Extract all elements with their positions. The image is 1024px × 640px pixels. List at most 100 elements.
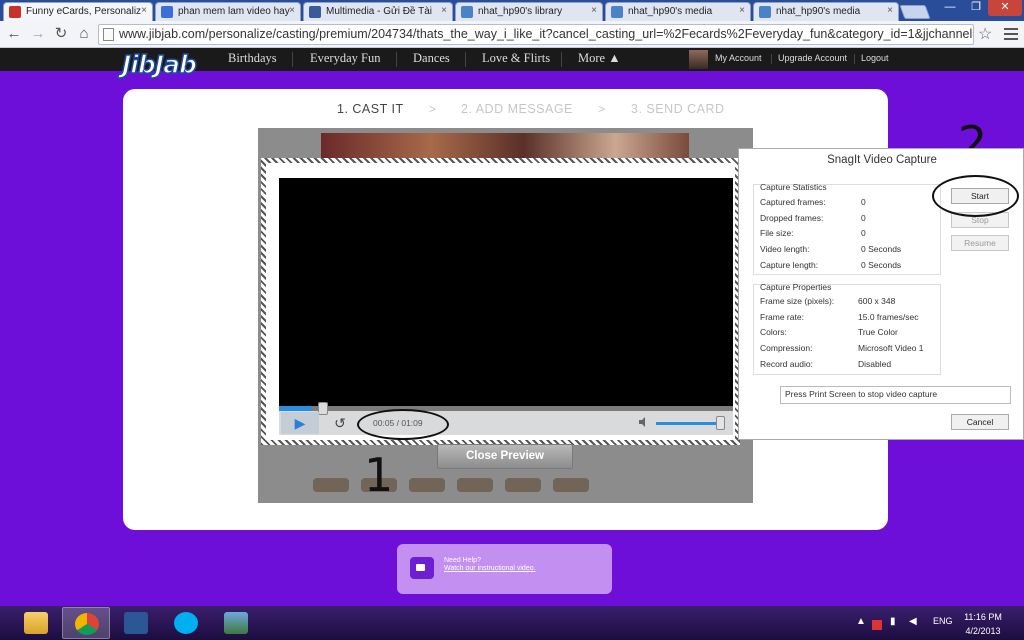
stat-label: Video length: <box>760 244 810 254</box>
stat-value: 0 <box>861 197 866 207</box>
nav-love-flirts[interactable]: Love & Flirts <box>482 48 550 71</box>
close-window-button[interactable]: ✕ <box>988 0 1022 16</box>
volume-handle[interactable] <box>716 416 725 430</box>
capture-status-text: Press Print Screen to stop video capture <box>780 386 1011 404</box>
annotation-circle-start <box>932 175 1019 217</box>
tab-title: phan mem lam video hay <box>178 6 290 17</box>
prop-label: Frame rate: <box>760 312 804 322</box>
prop-value: 15.0 frames/sec <box>858 312 919 322</box>
prop-label: Colors: <box>760 327 787 337</box>
nav-divider <box>465 52 466 67</box>
tab-library[interactable]: nhat_hp90's library × <box>455 2 603 21</box>
site-favicon-icon <box>309 6 321 18</box>
annotation-number-1: 1 <box>364 448 394 502</box>
cancel-button[interactable]: Cancel <box>951 414 1009 430</box>
prop-value: True Color <box>858 327 898 337</box>
forward-button[interactable]: → <box>28 25 48 43</box>
close-icon[interactable]: × <box>591 5 597 16</box>
stat-value: 0 <box>861 228 866 238</box>
minimize-button[interactable]: — <box>936 0 964 16</box>
prop-value: Microsoft Video 1 <box>858 343 924 353</box>
close-icon[interactable]: × <box>441 5 447 16</box>
step-arrow-1: > <box>429 102 437 116</box>
close-icon[interactable]: × <box>887 5 893 16</box>
tab-title: nhat_hp90's library <box>478 6 563 17</box>
stat-label: Dropped frames: <box>760 213 824 223</box>
instructional-video-link[interactable]: Watch our instructional video. <box>444 565 536 572</box>
prop-value: 600 x 348 <box>858 296 896 306</box>
nav-more[interactable]: More ▲ <box>578 48 621 71</box>
nav-dances[interactable]: Dances <box>413 48 450 71</box>
tab-multimedia[interactable]: Multimedia - Gửi Đề Tài × <box>303 2 453 21</box>
capture-statistics-title: Capture Statistics <box>760 182 827 192</box>
logout-link[interactable]: Logout <box>861 48 889 69</box>
snagit-title: SnagIt Video Capture <box>827 154 937 166</box>
tab-phan-mem[interactable]: phan mem lam video hay × <box>155 2 301 21</box>
language-indicator[interactable]: ENG <box>933 616 953 626</box>
nav-divider <box>771 54 772 64</box>
thumbnail[interactable] <box>313 478 349 492</box>
jibjab-logo[interactable]: JibJab <box>121 49 197 80</box>
video-screen[interactable] <box>279 178 733 408</box>
clock-time[interactable]: 11:16 PM <box>963 612 1003 622</box>
clock-date[interactable]: 4/2/2013 <box>963 626 1003 636</box>
video-camera-icon <box>410 557 434 579</box>
step-arrow-2: > <box>598 102 606 116</box>
tab-title: Funny eCards, Personaliz <box>26 6 142 17</box>
show-hidden-icons[interactable]: ▲ <box>856 616 866 627</box>
photobucket-favicon-icon <box>759 6 771 18</box>
volume-icon[interactable] <box>638 416 650 428</box>
jibjab-favicon-icon <box>9 6 21 18</box>
stat-value: 0 Seconds <box>861 260 902 270</box>
reload-button[interactable]: ↻ <box>51 25 71 43</box>
home-button[interactable]: ⌂ <box>74 25 94 43</box>
tab-media-2[interactable]: nhat_hp90's media × <box>753 2 899 21</box>
address-bar[interactable]: www.jibjab.com/personalize/casting/premi… <box>98 24 974 45</box>
nav-birthdays[interactable]: Birthdays <box>228 48 277 71</box>
stat-label: Captured frames: <box>760 197 826 207</box>
word-icon[interactable] <box>112 607 160 639</box>
thumbnail[interactable] <box>553 478 589 492</box>
step-send-card: 3. SEND CARD <box>631 102 725 116</box>
resume-button[interactable]: Resume <box>951 235 1009 251</box>
back-button[interactable]: ← <box>4 25 24 43</box>
volume-tray-icon[interactable]: ◀ <box>909 616 917 627</box>
help-title: Need Help? <box>444 557 481 564</box>
skype-icon[interactable] <box>162 607 210 639</box>
thumbnail[interactable] <box>505 478 541 492</box>
upgrade-account-link[interactable]: Upgrade Account <box>778 48 847 69</box>
photos-icon[interactable] <box>212 607 260 639</box>
progress-bar[interactable] <box>279 406 733 411</box>
play-button[interactable]: ▶ <box>281 412 319 434</box>
stat-label: File size: <box>760 228 794 238</box>
step-add-message: 2. ADD MESSAGE <box>461 102 573 116</box>
tab-media-1[interactable]: nhat_hp90's media × <box>605 2 751 21</box>
close-icon[interactable]: × <box>739 5 745 16</box>
step-cast-it: 1. CAST IT <box>337 102 404 116</box>
close-icon[interactable]: × <box>141 5 147 16</box>
thumbnail[interactable] <box>457 478 493 492</box>
nav-everyday-fun[interactable]: Everyday Fun <box>310 48 380 71</box>
prop-value: Disabled <box>858 359 892 369</box>
capture-properties-title: Capture Properties <box>760 282 832 292</box>
thumbnail[interactable] <box>409 478 445 492</box>
prop-label: Record audio: <box>760 359 813 369</box>
chrome-icon[interactable] <box>62 607 110 639</box>
close-preview-button[interactable]: Close Preview <box>437 444 573 469</box>
volume-slider[interactable] <box>656 422 722 425</box>
replay-icon[interactable]: ↺ <box>330 413 350 433</box>
chrome-menu-button[interactable] <box>1002 25 1020 43</box>
network-icon[interactable]: ▮ <box>890 616 896 627</box>
bookmark-star-icon[interactable]: ☆ <box>978 24 992 44</box>
tab-funny-ecards[interactable]: Funny eCards, Personaliz × <box>3 2 153 21</box>
maximize-button[interactable]: ❐ <box>964 0 988 16</box>
avatar[interactable] <box>689 50 708 69</box>
close-icon[interactable]: × <box>289 5 295 16</box>
nav-divider <box>292 52 293 67</box>
new-tab-button[interactable] <box>899 5 931 19</box>
file-explorer-icon[interactable] <box>12 607 60 639</box>
my-account-link[interactable]: My Account <box>715 48 762 69</box>
prop-label: Frame size (pixels): <box>760 296 835 306</box>
security-icon[interactable] <box>872 620 882 630</box>
progress-handle[interactable] <box>318 402 328 415</box>
